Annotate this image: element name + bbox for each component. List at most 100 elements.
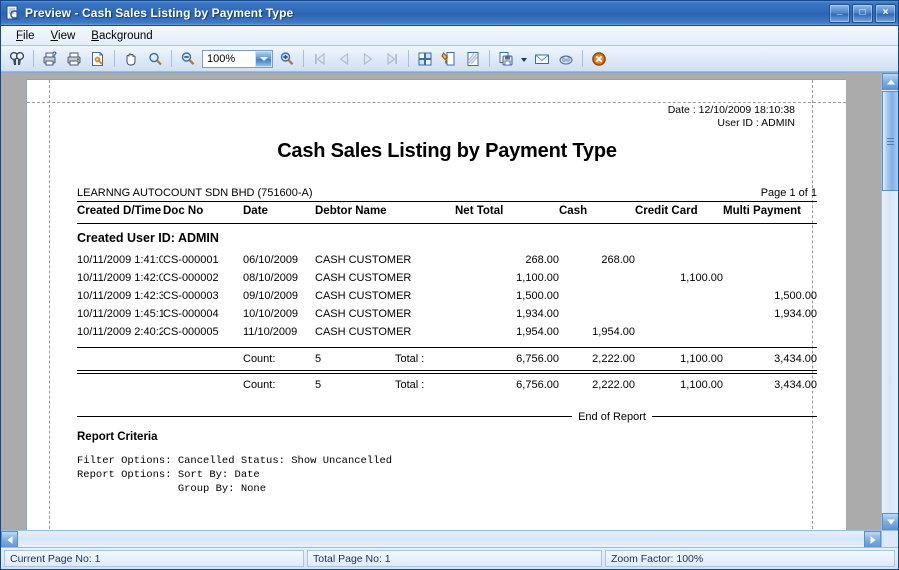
minimize-icon: _ [836,4,843,16]
scroll-down-button[interactable] [882,513,898,530]
watermark-icon[interactable] [462,48,484,70]
print-setup-icon[interactable]: ? [39,48,61,70]
vertical-scroll-thumb[interactable] [882,91,898,191]
export-dropdown-arrow-icon[interactable] [519,48,529,70]
cell-created-dtime: 10/11/2009 1:45:1 [77,308,163,320]
chevron-down-icon[interactable] [255,50,272,67]
preview-surface[interactable]: Date : 12/10/2009 18:10:38 User ID : ADM… [1,73,881,530]
next-page-icon[interactable] [357,48,379,70]
scroll-left-button[interactable] [1,531,18,547]
end-of-report: End of Report [77,410,817,423]
cell-debtor-name: CASH CUSTOMER [315,308,412,320]
margin-guide-left [49,80,50,530]
menu-item-view-label-rest: iew [58,29,76,42]
last-page-icon[interactable] [381,48,403,70]
cell-credit-card: 1,100.00 [680,272,723,284]
multiple-pages-icon[interactable] [414,48,436,70]
previous-page-icon[interactable] [333,48,355,70]
toolbar-separator [489,50,490,67]
menu-item-view[interactable]: View [43,28,84,44]
scroll-right-button[interactable] [864,531,881,547]
table-row[interactable]: 10/11/2009 2:40:2 CS-000005 11/10/2009 C… [77,323,817,341]
group-total-count-label: Count: [243,353,276,365]
background-color-icon[interactable] [438,48,460,70]
print-icon[interactable] [63,48,85,70]
scroll-up-button[interactable] [882,73,898,90]
print-preview-icon[interactable] [555,48,577,70]
minimize-button[interactable]: _ [829,3,850,23]
cell-multi-payment [723,323,817,341]
report-content: Date : 12/10/2009 18:10:38 User ID : ADM… [77,104,817,496]
cell-net-total: 1,100.00 [516,272,559,284]
maximize-button[interactable]: □ [852,3,873,23]
group-total-table: Count: 5 Total : 6,756.00 2,222.00 1,100.… [77,348,817,370]
zoom-combo[interactable]: 100% [202,49,273,68]
cell-credit-card [635,251,723,269]
col-cash: Cash [559,205,588,217]
group-total-total-label: Total : [395,353,425,365]
group-header-label: Created User ID: ADMIN [77,231,219,245]
col-debtor-name: Debtor Name [315,205,387,217]
close-button[interactable]: × [875,3,896,23]
cell-doc-no: CS-000001 [163,254,219,266]
horizontal-scrollbar[interactable] [1,530,881,547]
find-icon[interactable] [6,48,28,70]
grand-total-table: Count: 5 Total : 6,756.00 2,222.00 1,100.… [77,374,817,396]
cell-doc-no: CS-000002 [163,272,219,284]
col-net-total: Net Total [455,205,504,217]
cell-cash: 268.00 [601,254,635,266]
maximize-icon: □ [859,6,866,18]
grand-total-cash: 2,222.00 [592,379,635,391]
preview-window: Preview - Cash Sales Listing by Payment … [0,0,899,570]
cell-created-dtime: 10/11/2009 1:41:0 [77,254,163,266]
grand-total-rule-upper [77,370,817,371]
cell-net-total: 1,934.00 [516,308,559,320]
toolbar: ? 100% [1,46,898,72]
report-criteria-title: Report Criteria [77,431,158,443]
cell-created-dtime: 10/11/2009 2:40:2 [77,326,163,338]
cell-multi-payment: 1,500.00 [774,290,818,302]
company-name: LEARNNG AUTOCOUNT SDN BHD (751600-A) [77,187,313,199]
chevron-up-icon [886,79,895,84]
menu-item-background[interactable]: Background [83,28,160,44]
col-created-dtime: Created D/Time [77,205,162,217]
table-row[interactable]: 10/11/2009 1:41:0 CS-000001 06/10/2009 C… [77,251,817,269]
table-row[interactable]: 10/11/2009 1:42:3 CS-000003 09/10/2009 C… [77,287,817,305]
zoom-in-icon[interactable] [276,48,298,70]
preview-document-icon [5,5,21,21]
cell-net-total: 1,954.00 [516,326,559,338]
report-date-label: Date : [667,104,696,116]
report-date-value: 12/10/2009 18:10:38 [698,104,795,116]
magnifier-icon[interactable] [144,48,166,70]
cell-doc-no: CS-000005 [163,326,219,338]
status-total-page: Total Page No: 1 [307,550,602,567]
report-user-line: User ID : ADMIN [77,117,795,130]
grand-total-total-label: Total : [395,379,425,391]
grand-total-count-label: Count: [243,379,276,391]
page-setup-icon[interactable] [87,48,109,70]
first-page-icon[interactable] [309,48,331,70]
vertical-scrollbar[interactable] [881,73,898,530]
cell-net-total: 268.00 [525,254,559,266]
cell-cash [559,305,635,323]
cell-created-dtime: 10/11/2009 1:42:3 [77,290,163,302]
table-row[interactable]: 10/11/2009 1:45:1 CS-000004 10/10/2009 C… [77,305,817,323]
export-save-icon[interactable] [495,48,517,70]
group-total-cash: 2,222.00 [592,353,635,365]
report-subheader: LEARNNG AUTOCOUNT SDN BHD (751600-A) Pag… [77,187,817,199]
menu-item-file[interactable]: File [8,28,43,44]
grand-total-count-value: 5 [315,379,322,391]
report-user-value: ADMIN [761,117,795,129]
toolbar-separator [171,50,172,67]
send-email-icon[interactable] [531,48,553,70]
cell-multi-payment [723,269,817,287]
zoom-out-icon[interactable] [177,48,199,70]
table-row[interactable]: 10/11/2009 1:42:0 CS-000002 08/10/2009 C… [77,269,817,287]
page-indicator: Page 1 of 1 [760,187,817,199]
close-preview-icon[interactable] [588,48,610,70]
hand-pan-icon[interactable] [120,48,142,70]
grand-total-multi-payment: 3,434.00 [774,379,817,391]
cell-net-total: 1,500.00 [516,290,559,302]
cell-cash [559,269,635,287]
report-user-label: User ID : [717,117,759,129]
